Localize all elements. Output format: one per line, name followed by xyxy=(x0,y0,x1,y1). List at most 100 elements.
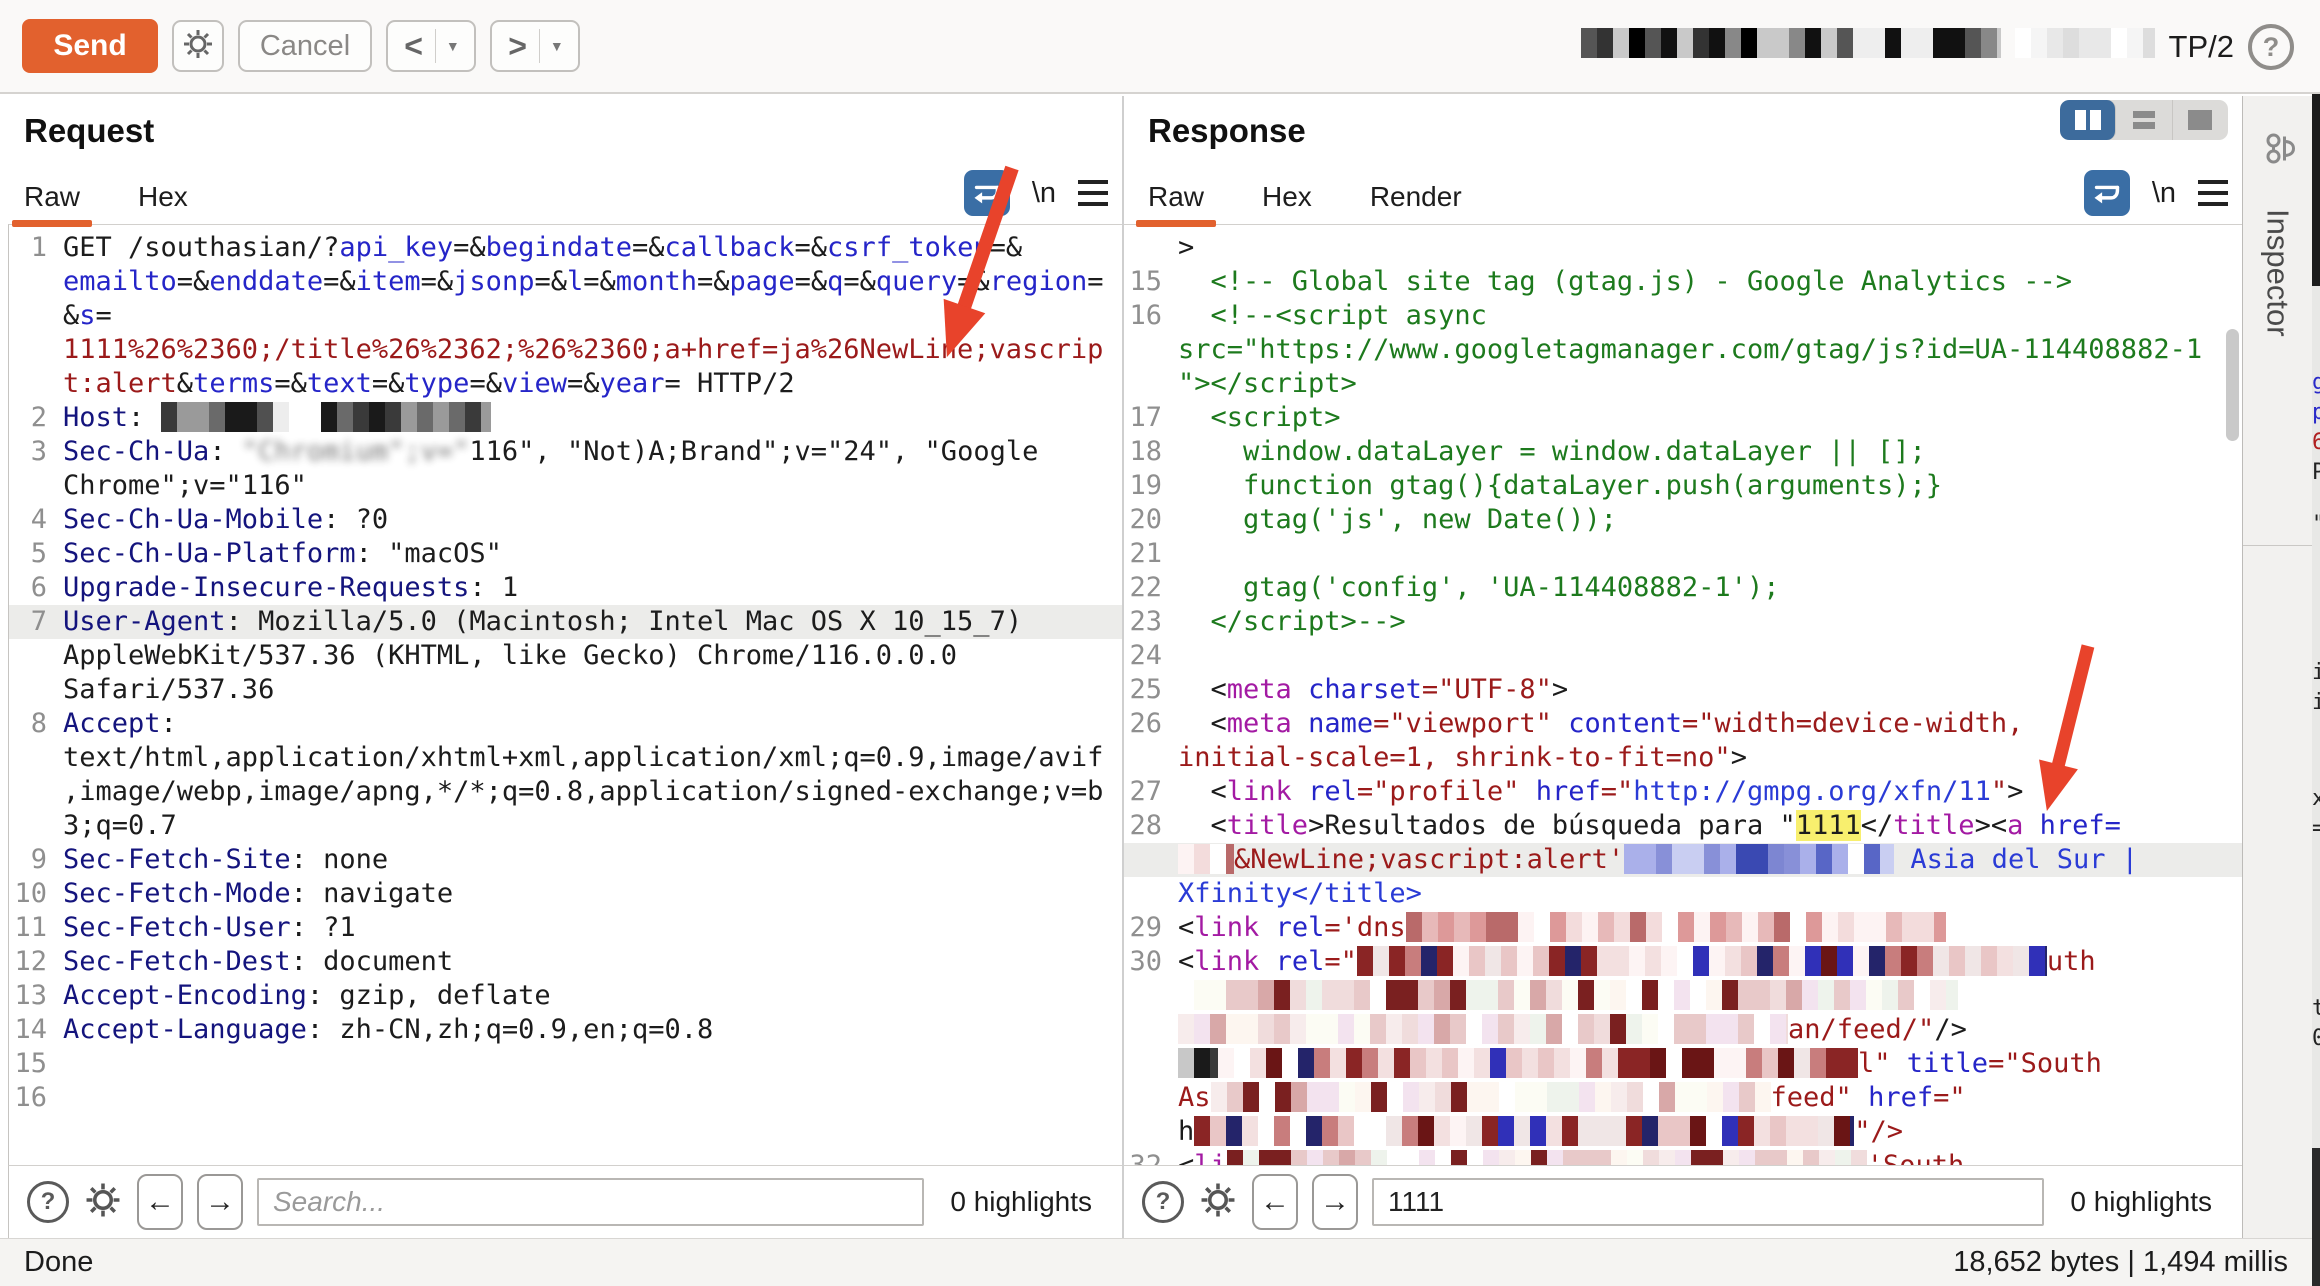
code-row: 1GET /southasian/?api_key=&begindate=&ca… xyxy=(9,231,1122,265)
layout-rows-button[interactable] xyxy=(2116,100,2172,140)
search-settings-icon[interactable] xyxy=(1198,1180,1238,1225)
code-row: an/feed/"/> xyxy=(1124,1013,2242,1047)
line-number xyxy=(1124,1047,1178,1081)
code-row: ,image/webp,image/apng,*/*;q=0.8,applica… xyxy=(9,775,1122,809)
line-number xyxy=(9,741,63,775)
forward-dropdown-icon[interactable]: ▼ xyxy=(540,38,574,54)
back-button[interactable]: < ▼ xyxy=(386,20,476,72)
help-icon[interactable]: ? xyxy=(2248,24,2294,70)
line-number: 23 xyxy=(1124,605,1178,639)
code-row: Chrome";v="116" xyxy=(9,469,1122,503)
code-row: 28 <title>Resultados de búsqueda para "1… xyxy=(1124,809,2242,843)
line-number: 2 xyxy=(9,401,63,435)
find-next-button[interactable]: → xyxy=(1312,1174,1358,1230)
find-previous-button[interactable]: ← xyxy=(1252,1174,1298,1230)
code-row: 32<li'South xyxy=(1124,1149,2242,1166)
response-editor[interactable]: >15 <!-- Global site tag (gtag.js) - Goo… xyxy=(1124,224,2242,1166)
newline-toggle[interactable]: \n xyxy=(1032,177,1056,210)
redacted-target-host-2 xyxy=(2015,28,2155,66)
edge-text-fragment: " xyxy=(2312,514,2320,536)
search-help-icon[interactable]: ? xyxy=(27,1181,69,1223)
tab-response-render[interactable]: Render xyxy=(1370,170,1462,224)
code-row: 21 xyxy=(1124,537,2242,571)
code-row: > xyxy=(1124,231,2242,265)
code-row: text/html,application/xhtml+xml,applicat… xyxy=(9,741,1122,775)
newline-toggle[interactable]: \n xyxy=(2152,177,2176,210)
request-settings-button[interactable] xyxy=(172,20,224,72)
response-search-input[interactable] xyxy=(1372,1178,2044,1226)
code-row: &NewLine;vascript:alert' Asia del Sur | xyxy=(1124,843,2242,877)
code-row: 19 function gtag(){dataLayer.push(argume… xyxy=(1124,469,2242,503)
redacted-region xyxy=(2015,28,2155,66)
layout-single-button[interactable] xyxy=(2173,100,2228,140)
code-row: 20 gtag('js', new Date()); xyxy=(1124,503,2242,537)
forward-button[interactable]: > ▼ xyxy=(490,20,580,72)
code-row: h"/> xyxy=(1124,1115,2242,1149)
find-next-button[interactable]: → xyxy=(197,1174,243,1230)
layout-columns-button[interactable] xyxy=(2060,100,2116,140)
code-row: Safari/537.36 xyxy=(9,673,1122,707)
cancel-button[interactable]: Cancel xyxy=(238,20,372,72)
line-number xyxy=(9,469,63,503)
tab-response-hex[interactable]: Hex xyxy=(1262,170,1312,224)
code-row: 5Sec-Ch-Ua-Platform: "macOS" xyxy=(9,537,1122,571)
inspector-sidebar[interactable]: Inspector xyxy=(2242,96,2312,1238)
edge-text-fragment: P xyxy=(2312,462,2320,484)
request-search-input[interactable] xyxy=(257,1178,924,1226)
back-dropdown-icon[interactable]: ▼ xyxy=(436,38,470,54)
word-wrap-toggle[interactable] xyxy=(2084,170,2130,216)
code-row: 25 <meta charset="UTF-8"> xyxy=(1124,673,2242,707)
code-row: 18 window.dataLayer = window.dataLayer |… xyxy=(1124,435,2242,469)
code-row: 4Sec-Ch-Ua-Mobile: ?0 xyxy=(9,503,1122,537)
code-row: 30<link rel="uth xyxy=(1124,945,2242,979)
line-number: 7 xyxy=(9,605,63,639)
code-row: 11Sec-Fetch-User: ?1 xyxy=(9,911,1122,945)
send-button[interactable]: Send xyxy=(22,19,158,73)
line-number xyxy=(1124,843,1178,877)
line-number: 1 xyxy=(9,231,63,265)
editor-menu-icon[interactable] xyxy=(1078,180,1108,206)
line-number: 25 xyxy=(1124,673,1178,707)
code-row: 8Accept: xyxy=(9,707,1122,741)
inspector-label: Inspector xyxy=(2260,209,2296,337)
tab-request-raw[interactable]: Raw xyxy=(24,170,80,224)
line-number: 28 xyxy=(1124,809,1178,843)
http-version-label: TP/2 xyxy=(2169,29,2234,65)
response-pane: Response Raw Hex Render xyxy=(1124,96,2242,1238)
code-row: t:alert&terms=&text=&type=&view=&year= H… xyxy=(9,367,1122,401)
gear-icon xyxy=(181,27,215,66)
line-number xyxy=(1124,1013,1178,1047)
request-findbar: ? ← → 0 highlights xyxy=(8,1166,1122,1238)
code-row: 13Accept-Encoding: gzip, deflate xyxy=(9,979,1122,1013)
search-settings-icon[interactable] xyxy=(83,1180,123,1225)
line-number xyxy=(9,809,63,843)
code-row: AppleWebKit/537.36 (KHTML, like Gecko) C… xyxy=(9,639,1122,673)
editor-menu-icon[interactable] xyxy=(2198,180,2228,206)
request-editor[interactable]: 1GET /southasian/?api_key=&begindate=&ca… xyxy=(8,224,1122,1166)
edge-text-fragment: i xyxy=(2312,662,2320,684)
line-number: 16 xyxy=(9,1081,63,1115)
line-number: 6 xyxy=(9,571,63,605)
line-number: 16 xyxy=(1124,299,1178,333)
tab-request-hex[interactable]: Hex xyxy=(138,170,188,224)
code-row: Asfeed" href=" xyxy=(1124,1081,2242,1115)
line-number xyxy=(1124,231,1178,265)
response-scrollbar-thumb[interactable] xyxy=(2226,329,2239,441)
word-wrap-toggle[interactable] xyxy=(964,170,1010,216)
line-number: 5 xyxy=(9,537,63,571)
tab-response-raw[interactable]: Raw xyxy=(1148,170,1204,224)
line-number: 27 xyxy=(1124,775,1178,809)
line-number: 11 xyxy=(9,911,63,945)
search-help-icon[interactable]: ? xyxy=(1142,1181,1184,1223)
redacted-region xyxy=(1227,1150,1867,1166)
line-number: 17 xyxy=(1124,401,1178,435)
inspector-spy-icon xyxy=(2253,127,2302,171)
line-number: 24 xyxy=(1124,639,1178,673)
line-number xyxy=(1124,979,1178,1013)
find-previous-button[interactable]: ← xyxy=(137,1174,183,1230)
code-row: 9Sec-Fetch-Site: none xyxy=(9,843,1122,877)
code-row: 12Sec-Fetch-Dest: document xyxy=(9,945,1122,979)
line-number: 9 xyxy=(9,843,63,877)
redacted-target-host xyxy=(1581,28,2001,66)
code-row: 15 <!-- Global site tag (gtag.js) - Goog… xyxy=(1124,265,2242,299)
